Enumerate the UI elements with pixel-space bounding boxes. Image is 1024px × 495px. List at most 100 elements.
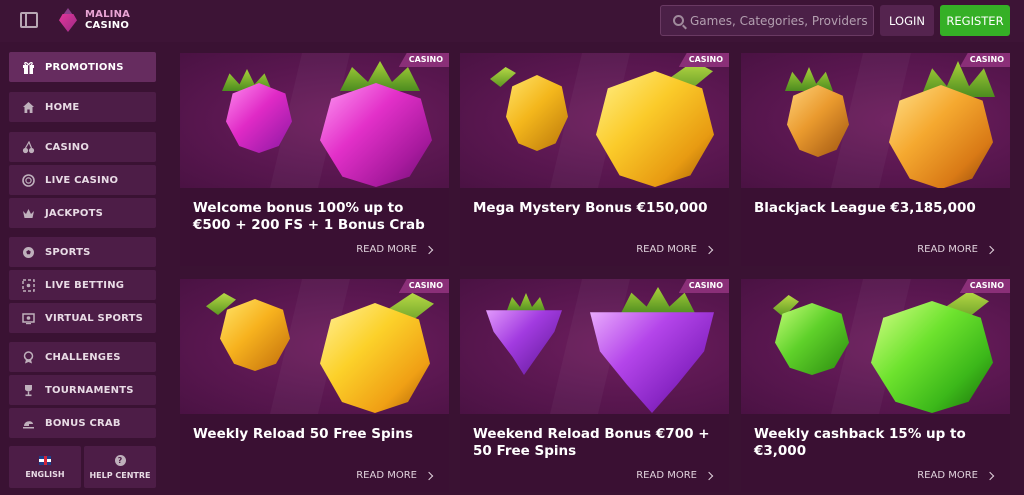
read-more-link[interactable]: READ MORE	[356, 244, 434, 255]
sidebar-item-label: LIVE CASINO	[45, 174, 119, 186]
sidebar-item-virtual-sports[interactable]: VIRTUAL SPORTS	[9, 303, 156, 333]
cherries-icon	[21, 140, 35, 154]
promo-card[interactable]: CASINO Welcome bonus 100% up to €500 + 2…	[180, 53, 449, 266]
logo-text: MALINA CASINO	[85, 9, 130, 31]
language-selector[interactable]: ENGLISH	[9, 446, 81, 488]
promo-image: CASINO	[180, 53, 449, 188]
logo[interactable]: MALINA CASINO	[57, 8, 130, 32]
sidebar-item-label: CHALLENGES	[45, 351, 121, 363]
raspberry-logo-icon	[57, 8, 79, 32]
sidebar-item-jackpots[interactable]: JACKPOTS	[9, 198, 156, 228]
promo-image: CASINO	[460, 53, 729, 188]
sidebar-item-home[interactable]: HOME	[9, 92, 156, 122]
read-more-link[interactable]: READ MORE	[636, 244, 714, 255]
chevron-right-icon	[985, 471, 995, 480]
promo-title: Welcome bonus 100% up to €500 + 200 FS +…	[193, 200, 425, 233]
help-label: HELP CENTRE	[89, 470, 151, 480]
read-more-link[interactable]: READ MORE	[917, 244, 995, 255]
search-icon	[673, 15, 684, 26]
chip-icon	[21, 173, 35, 187]
badge-icon	[21, 350, 35, 364]
sidebar-toggle-icon[interactable]	[20, 12, 38, 28]
read-more-link[interactable]: READ MORE	[636, 470, 714, 481]
sidebar-item-label: PROMOTIONS	[45, 61, 124, 73]
sidebar-item-label: VIRTUAL SPORTS	[45, 312, 144, 324]
promo-title: Weekend Reload Bonus €700 + 50 Free Spin…	[473, 426, 710, 459]
sidebar-item-label: BONUS CRAB	[45, 417, 121, 429]
read-more-label: READ MORE	[917, 470, 978, 481]
read-more-label: READ MORE	[636, 244, 697, 255]
promo-image: CASINO	[741, 279, 1010, 414]
read-more-label: READ MORE	[356, 244, 417, 255]
category-badge: CASINO	[398, 279, 449, 293]
top-header: MALINA CASINO LOGIN REGISTER	[0, 0, 1024, 42]
promo-title: Mega Mystery Bonus €150,000	[473, 200, 708, 216]
sidebar-item-label: SPORTS	[45, 246, 91, 258]
login-button[interactable]: LOGIN	[880, 5, 934, 36]
register-button[interactable]: REGISTER	[940, 5, 1010, 36]
promo-title: Weekly cashback 15% up to €3,000	[754, 426, 966, 459]
promo-card[interactable]: CASINO Weekly cashback 15% up to €3,000 …	[741, 279, 1010, 492]
read-more-link[interactable]: READ MORE	[917, 470, 995, 481]
sidebar-item-live-casino[interactable]: LIVE CASINO	[9, 165, 156, 195]
screen-icon	[21, 311, 35, 325]
gift-icon	[21, 60, 35, 74]
promo-image: CASINO	[741, 53, 1010, 188]
promo-card[interactable]: CASINO Blackjack League €3,185,000 READ …	[741, 53, 1010, 266]
search-box[interactable]	[660, 5, 874, 36]
sidebar-item-casino[interactable]: CASINO	[9, 132, 156, 162]
sidebar-item-live-betting[interactable]: LIVE BETTING	[9, 270, 156, 300]
chevron-right-icon	[985, 245, 995, 254]
search-input[interactable]	[690, 13, 870, 28]
read-more-label: READ MORE	[636, 470, 697, 481]
chevron-right-icon	[704, 245, 714, 254]
category-badge: CASINO	[678, 279, 729, 293]
sidebar-item-challenges[interactable]: CHALLENGES	[9, 342, 156, 372]
category-badge: CASINO	[678, 53, 729, 67]
promo-body: Mega Mystery Bonus €150,000 READ MORE	[460, 188, 729, 266]
promo-card[interactable]: CASINO Weekly Reload 50 Free Spins READ …	[180, 279, 449, 492]
sidebar-item-label: LIVE BETTING	[45, 279, 125, 291]
chevron-right-icon	[704, 471, 714, 480]
promo-card[interactable]: CASINO Mega Mystery Bonus €150,000 READ …	[460, 53, 729, 266]
category-badge: CASINO	[959, 279, 1010, 293]
sidebar-item-label: TOURNAMENTS	[45, 384, 134, 396]
category-badge: CASINO	[959, 53, 1010, 67]
read-more-label: READ MORE	[917, 244, 978, 255]
promo-body: Blackjack League €3,185,000 READ MORE	[741, 188, 1010, 266]
category-badge: CASINO	[398, 53, 449, 67]
promo-body: Weekly Reload 50 Free Spins READ MORE	[180, 414, 449, 492]
crown-icon	[21, 206, 35, 220]
sidebar-item-label: HOME	[45, 101, 80, 113]
promo-image: CASINO	[460, 279, 729, 414]
crab-icon	[21, 416, 35, 430]
live-icon	[21, 278, 35, 292]
sidebar-item-label: JACKPOTS	[45, 207, 104, 219]
promo-title: Blackjack League €3,185,000	[754, 200, 976, 216]
read-more-label: READ MORE	[356, 470, 417, 481]
chevron-right-icon	[424, 245, 434, 254]
sidebar-item-tournaments[interactable]: TOURNAMENTS	[9, 375, 156, 405]
promo-body: Welcome bonus 100% up to €500 + 200 FS +…	[180, 188, 449, 266]
read-more-link[interactable]: READ MORE	[356, 470, 434, 481]
sidebar-item-label: CASINO	[45, 141, 90, 153]
promo-card[interactable]: CASINO Weekend Reload Bonus €700 + 50 Fr…	[460, 279, 729, 492]
chevron-right-icon	[424, 471, 434, 480]
logo-line-1: MALINA	[85, 9, 131, 20]
promotions-grid: CASINO Welcome bonus 100% up to €500 + 2…	[166, 42, 1024, 495]
sidebar: PROMOTIONS HOME CASINO LIVE CASINO JACKP…	[0, 42, 166, 495]
language-label: ENGLISH	[25, 469, 65, 479]
promo-title: Weekly Reload 50 Free Spins	[193, 426, 413, 442]
home-icon	[21, 100, 35, 114]
help-centre-button[interactable]: ? HELP CENTRE	[84, 446, 156, 488]
sidebar-item-sports[interactable]: SPORTS	[9, 237, 156, 267]
promo-body: Weekend Reload Bonus €700 + 50 Free Spin…	[460, 414, 729, 492]
sidebar-item-promotions[interactable]: PROMOTIONS	[9, 52, 156, 82]
promo-image: CASINO	[180, 279, 449, 414]
ball-icon	[21, 245, 35, 259]
uk-flag-icon	[39, 455, 51, 465]
promo-body: Weekly cashback 15% up to €3,000 READ MO…	[741, 414, 1010, 492]
trophy-icon	[21, 383, 35, 397]
sidebar-item-bonus-crab[interactable]: BONUS CRAB	[9, 408, 156, 438]
help-icon: ?	[114, 454, 126, 466]
